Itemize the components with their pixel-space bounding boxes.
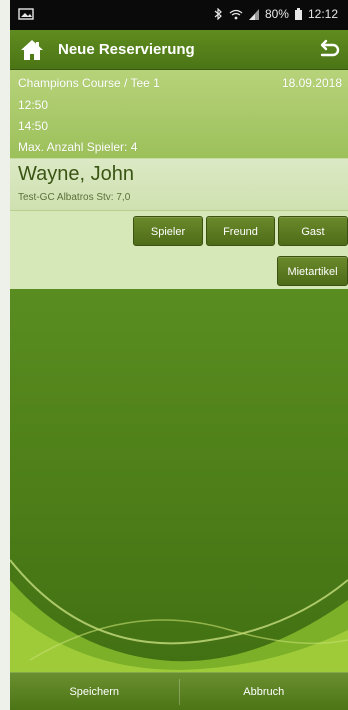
back-arrow-icon[interactable] xyxy=(314,36,342,64)
battery-icon xyxy=(294,8,302,20)
course-label: Champions Course / Tee 1 xyxy=(18,76,160,90)
max-players: Max. Anzahl Spieler: 4 xyxy=(18,140,138,154)
player-header: Wayne, John Test-GC Albatros Stv: 7,0 xyxy=(10,159,348,211)
save-button[interactable]: Speichern xyxy=(10,673,179,710)
player-club: Test-GC Albatros Stv: 7,0 xyxy=(18,192,131,203)
spieler-button[interactable]: Spieler xyxy=(133,216,203,246)
clock: 12:12 xyxy=(307,7,338,21)
battery-percent: 80% xyxy=(264,7,289,21)
cancel-button[interactable]: Abbruch xyxy=(180,673,348,710)
home-icon[interactable] xyxy=(18,36,46,64)
background-swoosh xyxy=(10,559,348,680)
end-time: 14:50 xyxy=(18,119,49,133)
player-name: Wayne, John xyxy=(18,163,134,185)
bluetooth-icon xyxy=(214,8,223,20)
app-bar: Neue Reservierung xyxy=(10,30,348,70)
image-icon xyxy=(18,8,34,20)
page-title: Neue Reservierung xyxy=(58,41,195,58)
app-screen: 80% 12:12 Neue Reservierung Champions Co… xyxy=(10,0,348,710)
gast-button[interactable]: Gast xyxy=(278,216,348,246)
signal-icon xyxy=(248,8,259,20)
status-bar: 80% 12:12 xyxy=(10,0,348,30)
reservation-date: 18.09.2018 xyxy=(281,76,342,90)
bottom-bar: Speichern Abbruch xyxy=(10,672,348,710)
start-time: 12:50 xyxy=(18,98,49,112)
screen-frame: 80% 12:12 Neue Reservierung Champions Co… xyxy=(0,0,348,710)
status-indicators: 80% 12:12 xyxy=(214,7,338,21)
reservation-info: Champions Course / Tee 1 18.09.2018 12:5… xyxy=(10,70,348,158)
player-card: Wayne, John Test-GC Albatros Stv: 7,0 Sp… xyxy=(10,158,348,289)
wifi-icon xyxy=(229,9,243,20)
freund-button[interactable]: Freund xyxy=(206,216,275,246)
mietartikel-button[interactable]: Mietartikel xyxy=(277,256,348,286)
